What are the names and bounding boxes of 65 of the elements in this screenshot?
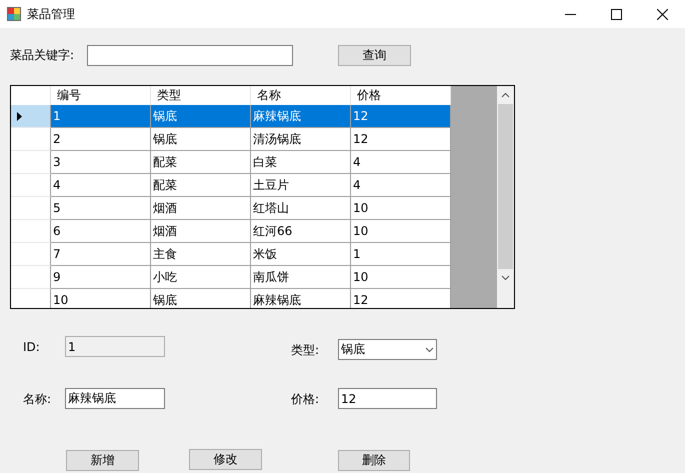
table-cell: 清汤锅底 [251, 128, 351, 151]
table-cell: 10 [51, 289, 151, 308]
delete-button[interactable]: 删除 [338, 450, 410, 471]
table-cell: 12 [351, 128, 451, 151]
table-cell: 麻辣锅底 [251, 105, 351, 128]
current-row-icon [17, 112, 22, 120]
table-cell: 12 [351, 289, 451, 308]
table-cell: 9 [51, 266, 151, 289]
window-title: 菜品管理 [27, 6, 75, 22]
table-cell: 配菜 [151, 151, 251, 174]
table-cell: 12 [351, 105, 451, 128]
row-header[interactable] [11, 105, 51, 128]
table-cell: 小吃 [151, 266, 251, 289]
table-cell: 锅底 [151, 128, 251, 151]
table-cell: 1 [351, 243, 451, 266]
name-field[interactable]: 麻辣锅底 [65, 388, 165, 409]
app-icon [7, 7, 21, 21]
field-label: 名称: [23, 390, 52, 408]
edit-button[interactable]: 修改 [189, 449, 262, 470]
search-button[interactable]: 查询 [338, 44, 411, 66]
table-cell: 麻辣锅底 [251, 289, 351, 308]
row-header [11, 86, 51, 105]
scroll-down-icon[interactable] [501, 275, 510, 281]
scrollbar[interactable] [497, 86, 514, 308]
table-cell: 锅底 [151, 105, 251, 128]
search-label: 菜品关键字: [10, 46, 76, 64]
maximize-icon [610, 8, 622, 20]
table-cell: 10 [351, 220, 451, 243]
price-field[interactable]: 12 [338, 388, 437, 409]
table-cell: 4 [351, 174, 451, 197]
close-icon [656, 8, 668, 20]
table-cell: 4 [51, 174, 151, 197]
table-cell: 1 [51, 105, 151, 128]
table-cell: 主食 [151, 243, 251, 266]
table-cell: 米饭 [251, 243, 351, 266]
table-cell: 7 [51, 243, 151, 266]
column-header[interactable]: 名称 [251, 86, 351, 105]
search-field[interactable] [87, 44, 293, 66]
table-cell: 6 [51, 220, 151, 243]
table-cell: 烟酒 [151, 197, 251, 220]
table-cell: 配菜 [151, 174, 251, 197]
table-cell: 4 [351, 151, 451, 174]
type-dropdown[interactable]: 锅底 [338, 339, 437, 360]
field-label: ID: [23, 338, 41, 356]
column-header[interactable]: 类型 [151, 86, 251, 105]
table-cell: 2 [51, 128, 151, 151]
table-cell: 5 [51, 197, 151, 220]
table-cell: 红塔山 [251, 197, 351, 220]
table-cell: 3 [51, 151, 151, 174]
dropdown-icon [425, 346, 434, 352]
column-header[interactable]: 编号 [51, 86, 151, 105]
scroll-up-icon[interactable] [501, 92, 510, 98]
scroll-thumb[interactable] [498, 104, 513, 269]
table-cell: 土豆片 [251, 174, 351, 197]
field-label: 类型: [291, 342, 320, 358]
table-cell: 锅底 [151, 289, 251, 308]
table-cell: 南瓜饼 [251, 266, 351, 289]
table-cell: 烟酒 [151, 220, 251, 243]
field-label: 价格: [291, 390, 320, 408]
column-header[interactable]: 价格 [351, 86, 451, 105]
table-cell: 白菜 [251, 151, 351, 174]
add-button[interactable]: 新增 [66, 450, 139, 471]
table-cell: 10 [351, 266, 451, 289]
table-cell: 10 [351, 197, 451, 220]
table-cell: 红河66 [251, 220, 351, 243]
